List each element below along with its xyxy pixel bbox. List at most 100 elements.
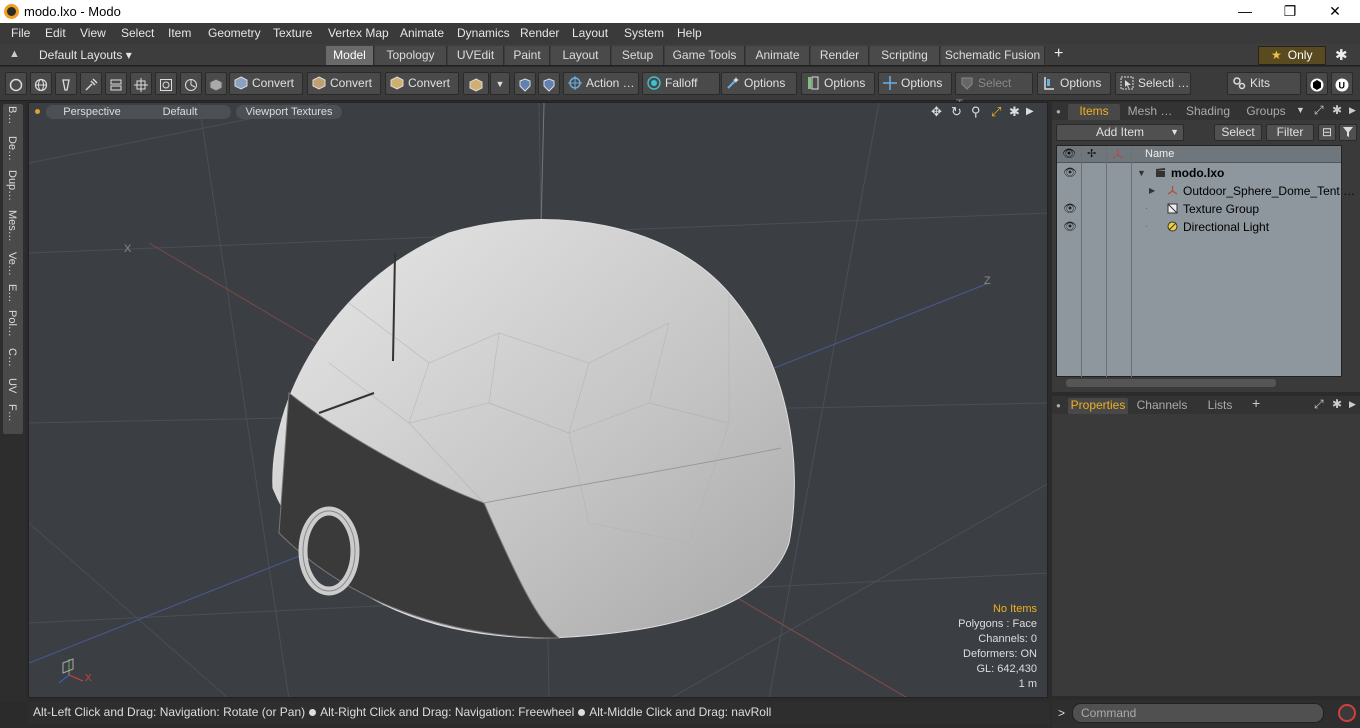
workplane-options-button[interactable]: Options — [878, 72, 952, 95]
panel-expand-icon[interactable]: ⤢ — [1314, 103, 1324, 118]
unity-button[interactable] — [1306, 72, 1328, 95]
menu-dynamics[interactable]: Dynamics — [457, 26, 510, 40]
tree-row-mesh[interactable]: ▶ Outdoor_Sphere_Dome_Tent … — [1057, 182, 1355, 200]
convert-button-1[interactable]: Convert — [229, 72, 303, 95]
default-layouts-dropdown[interactable]: Default Layouts ▾ — [39, 48, 132, 62]
tabs-dropdown-icon[interactable]: ▼ — [1296, 105, 1305, 115]
primitive-dropdown[interactable]: ▼ — [490, 72, 510, 95]
maximize-button[interactable]: ❐ — [1267, 0, 1313, 23]
tab-setup[interactable]: Setup — [612, 46, 664, 65]
maximize-viewport-icon[interactable]: ⤢ — [991, 104, 1001, 120]
select-vertices-button[interactable] — [5, 72, 27, 95]
action-center-button[interactable]: Action … — [563, 72, 639, 95]
rotate-icon[interactable]: ↻ — [951, 104, 962, 120]
unreal-button[interactable]: U — [1331, 72, 1353, 95]
lock-column-icon[interactable]: ✢ — [1087, 147, 1096, 160]
menu-item[interactable]: Item — [168, 26, 191, 40]
menu-render[interactable]: Render — [520, 26, 559, 40]
perspective-dropdown[interactable]: Perspective — [46, 105, 138, 119]
tab-shading[interactable]: Shading — [1180, 104, 1236, 120]
tab-groups[interactable]: Groups — [1240, 104, 1292, 120]
layout-gear-icon[interactable]: ✱ — [1335, 46, 1348, 64]
select-materials-button[interactable] — [105, 72, 127, 95]
tab-scripting[interactable]: Scripting — [870, 46, 940, 65]
menu-animate[interactable]: Animate — [400, 26, 444, 40]
select-center-button[interactable] — [155, 72, 177, 95]
select-through-button[interactable]: Select T… — [955, 72, 1033, 111]
expand-arrow-icon[interactable]: ▼ — [1137, 164, 1146, 182]
symmetry-button[interactable] — [514, 72, 536, 95]
tab-model[interactable]: Model — [326, 46, 374, 65]
viewport-settings-icon[interactable]: ✱ — [1009, 104, 1020, 120]
selection-sets-button[interactable]: Selecti … — [1115, 72, 1191, 95]
pan-icon[interactable]: ✥ — [931, 104, 942, 120]
tab-items[interactable]: Items — [1068, 104, 1120, 120]
filter-funnel-button[interactable] — [1339, 124, 1357, 141]
tab-render[interactable]: Render — [811, 46, 869, 65]
collapse-button[interactable]: ⊟ — [1318, 124, 1336, 141]
viewport-menu-arrow-icon[interactable]: ▶ — [1026, 106, 1034, 117]
filter-button[interactable]: Filter — [1266, 124, 1314, 141]
box-select-button[interactable] — [205, 72, 227, 95]
tab-lists[interactable]: Lists — [1198, 398, 1242, 414]
tab-channels[interactable]: Channels — [1132, 398, 1192, 414]
panel-gear-icon[interactable]: ✱ — [1332, 397, 1342, 411]
panel-gear-icon[interactable]: ✱ — [1332, 103, 1342, 117]
tree-row-scene[interactable]: 👁 ▼ modo.lxo — [1057, 164, 1341, 182]
add-item-button[interactable]: Add Item ▼ — [1056, 124, 1184, 141]
select-edge-loop-button[interactable] — [180, 72, 202, 95]
select-pivot-button[interactable] — [130, 72, 152, 95]
minimize-button[interactable]: — — [1222, 0, 1268, 23]
menu-help[interactable]: Help — [677, 26, 702, 40]
record-macro-button[interactable] — [1338, 704, 1356, 722]
tab-topology[interactable]: Topology — [375, 46, 447, 65]
visibility-column-icon[interactable]: 👁 — [1062, 147, 1076, 160]
menu-layout[interactable]: Layout — [572, 26, 608, 40]
visibility-eye-icon[interactable]: 👁 — [1063, 218, 1077, 236]
select-polygons-button[interactable] — [55, 72, 77, 95]
zoom-icon[interactable]: ⚲ — [971, 104, 981, 120]
only-filter-button[interactable]: ★ Only — [1258, 46, 1326, 65]
menu-geometry[interactable]: Geometry — [208, 26, 261, 40]
select-button[interactable]: Select — [1214, 124, 1262, 141]
tree-row-texture-group[interactable]: 👁 · Texture Group — [1057, 200, 1341, 218]
column-name-header[interactable]: Name — [1145, 148, 1174, 160]
menu-system[interactable]: System — [624, 26, 664, 40]
menu-file[interactable]: File — [11, 26, 30, 40]
snap-options-button[interactable]: Options — [801, 72, 875, 95]
layout-up-icon[interactable]: ▲ — [9, 48, 20, 60]
menu-vertex-map[interactable]: Vertex Map — [328, 26, 389, 40]
tab-mesh-ops[interactable]: Mesh … — [1124, 104, 1176, 120]
tree-row-directional-light[interactable]: 👁 · Directional Light — [1057, 218, 1341, 236]
scrollbar-thumb[interactable] — [1066, 379, 1276, 387]
items-horizontal-scrollbar[interactable] — [1056, 377, 1342, 389]
visibility-eye-icon[interactable]: 👁 — [1063, 200, 1077, 218]
axis-column-icon[interactable] — [1112, 148, 1124, 160]
panel-menu-arrow-icon[interactable]: ▶ — [1349, 105, 1356, 116]
menu-select[interactable]: Select — [121, 26, 154, 40]
convert-button-2[interactable]: Convert — [307, 72, 381, 95]
menu-view[interactable]: View — [80, 26, 106, 40]
falloff-options-button[interactable]: Options — [721, 72, 797, 95]
panel-expand-icon[interactable]: ⤢ — [1314, 397, 1324, 412]
tab-animate[interactable]: Animate — [746, 46, 810, 65]
viewport-scene[interactable] — [29, 103, 1048, 698]
tab-layout[interactable]: Layout — [551, 46, 611, 65]
kits-button[interactable]: Kits — [1227, 72, 1301, 95]
visibility-eye-icon[interactable]: 👁 — [1063, 164, 1077, 182]
menu-edit[interactable]: Edit — [45, 26, 66, 40]
primitive-button[interactable] — [463, 72, 489, 95]
items-tree[interactable]: 👁 ✢ Name 👁 ▼ modo.lxo ▶ Outdoor_Sphere_D… — [1056, 145, 1355, 378]
convert-button-3[interactable]: Convert — [385, 72, 459, 95]
menu-texture[interactable]: Texture — [273, 26, 312, 40]
shading-style-dropdown[interactable]: Default — [129, 105, 231, 119]
tab-properties[interactable]: Properties — [1068, 398, 1128, 414]
falloff-button[interactable]: Falloff — [642, 72, 720, 95]
actr-options-button[interactable]: Options — [1037, 72, 1111, 95]
select-items-button[interactable] — [80, 72, 102, 95]
close-button[interactable]: ✕ — [1312, 0, 1358, 23]
panel-menu-arrow-icon[interactable]: ▶ — [1349, 399, 1356, 410]
viewport-textures-dropdown[interactable]: Viewport Textures — [236, 105, 342, 119]
collapse-arrow-icon[interactable]: ▶ — [1149, 182, 1155, 200]
snapping-button[interactable] — [538, 72, 560, 95]
